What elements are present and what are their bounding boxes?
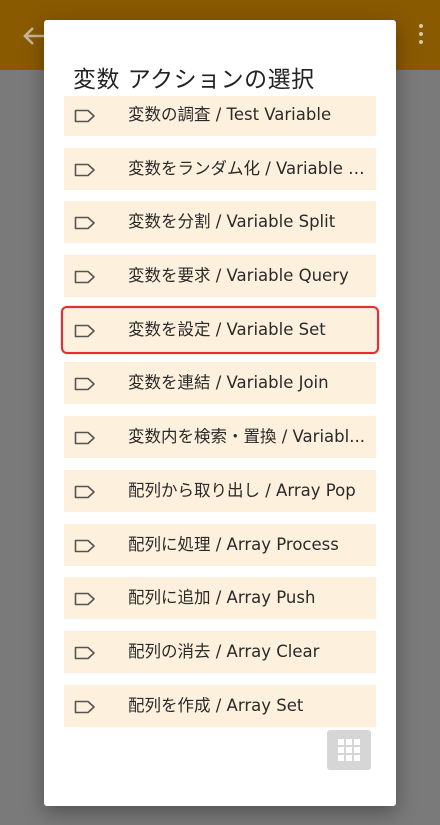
label-tag-icon bbox=[74, 484, 96, 499]
action-item[interactable]: 配列から取り出し / Array Pop bbox=[64, 469, 376, 512]
grid-icon bbox=[338, 739, 360, 761]
action-item[interactable]: 変数をランダム化 / Variable R... bbox=[64, 147, 376, 190]
label-tag-icon bbox=[74, 108, 96, 123]
grid-view-button[interactable] bbox=[327, 730, 371, 770]
label-tag-icon bbox=[74, 538, 96, 552]
action-item[interactable]: 変数内を検索・置換 / Variabl... bbox=[64, 416, 376, 459]
action-list-viewport[interactable]: 変数の調査 / Test Variable 変数をランダム化 / Variable… bbox=[44, 96, 396, 736]
label-tag-icon bbox=[74, 430, 96, 445]
label-tag-icon bbox=[74, 645, 96, 660]
label-tag-icon bbox=[74, 215, 96, 230]
action-item[interactable]: 変数を要求 / Variable Query bbox=[64, 255, 376, 298]
action-item-label: 変数の調査 / Test Variable bbox=[128, 105, 332, 124]
label-tag-icon bbox=[74, 376, 96, 391]
label-tag-icon bbox=[74, 591, 96, 606]
action-item-label: 配列に処理 / Array Process bbox=[128, 534, 339, 554]
action-item-label: 変数を設定 / Variable Set bbox=[128, 319, 326, 339]
action-item-label: 変数を要求 / Variable Query bbox=[128, 266, 349, 286]
dialog-title: 変数 アクションの選択 bbox=[73, 67, 315, 93]
action-item-label: 配列の消去 / Array Clear bbox=[128, 641, 320, 661]
action-item-label: 変数をランダム化 / Variable R... bbox=[128, 158, 368, 178]
action-item[interactable]: 変数を連結 / Variable Join bbox=[64, 362, 376, 405]
action-item-label: 変数内を検索・置換 / Variabl... bbox=[128, 427, 365, 447]
action-list: 変数の調査 / Test Variable 変数をランダム化 / Variable… bbox=[61, 96, 379, 736]
action-item[interactable]: 配列を作成 / Array Set bbox=[64, 684, 376, 727]
action-item[interactable]: 変数の調査 / Test Variable bbox=[64, 96, 376, 136]
label-tag-icon bbox=[74, 699, 96, 713]
action-item-label: 配列を作成 / Array Set bbox=[128, 695, 304, 715]
label-tag-icon bbox=[74, 269, 96, 284]
action-item-label: 変数を連結 / Variable Join bbox=[128, 373, 329, 393]
action-select-dialog: 変数 アクションの選択 変数の調査 / Test Variable 変数をランダム… bbox=[44, 20, 396, 806]
label-tag-icon bbox=[74, 323, 96, 338]
action-item-label: 配列に追加 / Array Push bbox=[128, 588, 316, 608]
action-item[interactable]: 配列に追加 / Array Push bbox=[64, 577, 376, 620]
action-item-label: 配列から取り出し / Array Pop bbox=[128, 480, 356, 500]
action-item-label: 変数を分割 / Variable Split bbox=[128, 212, 336, 232]
action-item[interactable]: 配列の消去 / Array Clear bbox=[64, 630, 376, 673]
more-vert-icon[interactable] bbox=[416, 24, 426, 46]
action-item[interactable]: 配列に処理 / Array Process bbox=[64, 523, 376, 566]
label-tag-icon bbox=[74, 162, 96, 176]
action-item[interactable]: 変数を設定 / Variable Set bbox=[61, 305, 379, 354]
action-item[interactable]: 変数を分割 / Variable Split bbox=[64, 201, 376, 244]
